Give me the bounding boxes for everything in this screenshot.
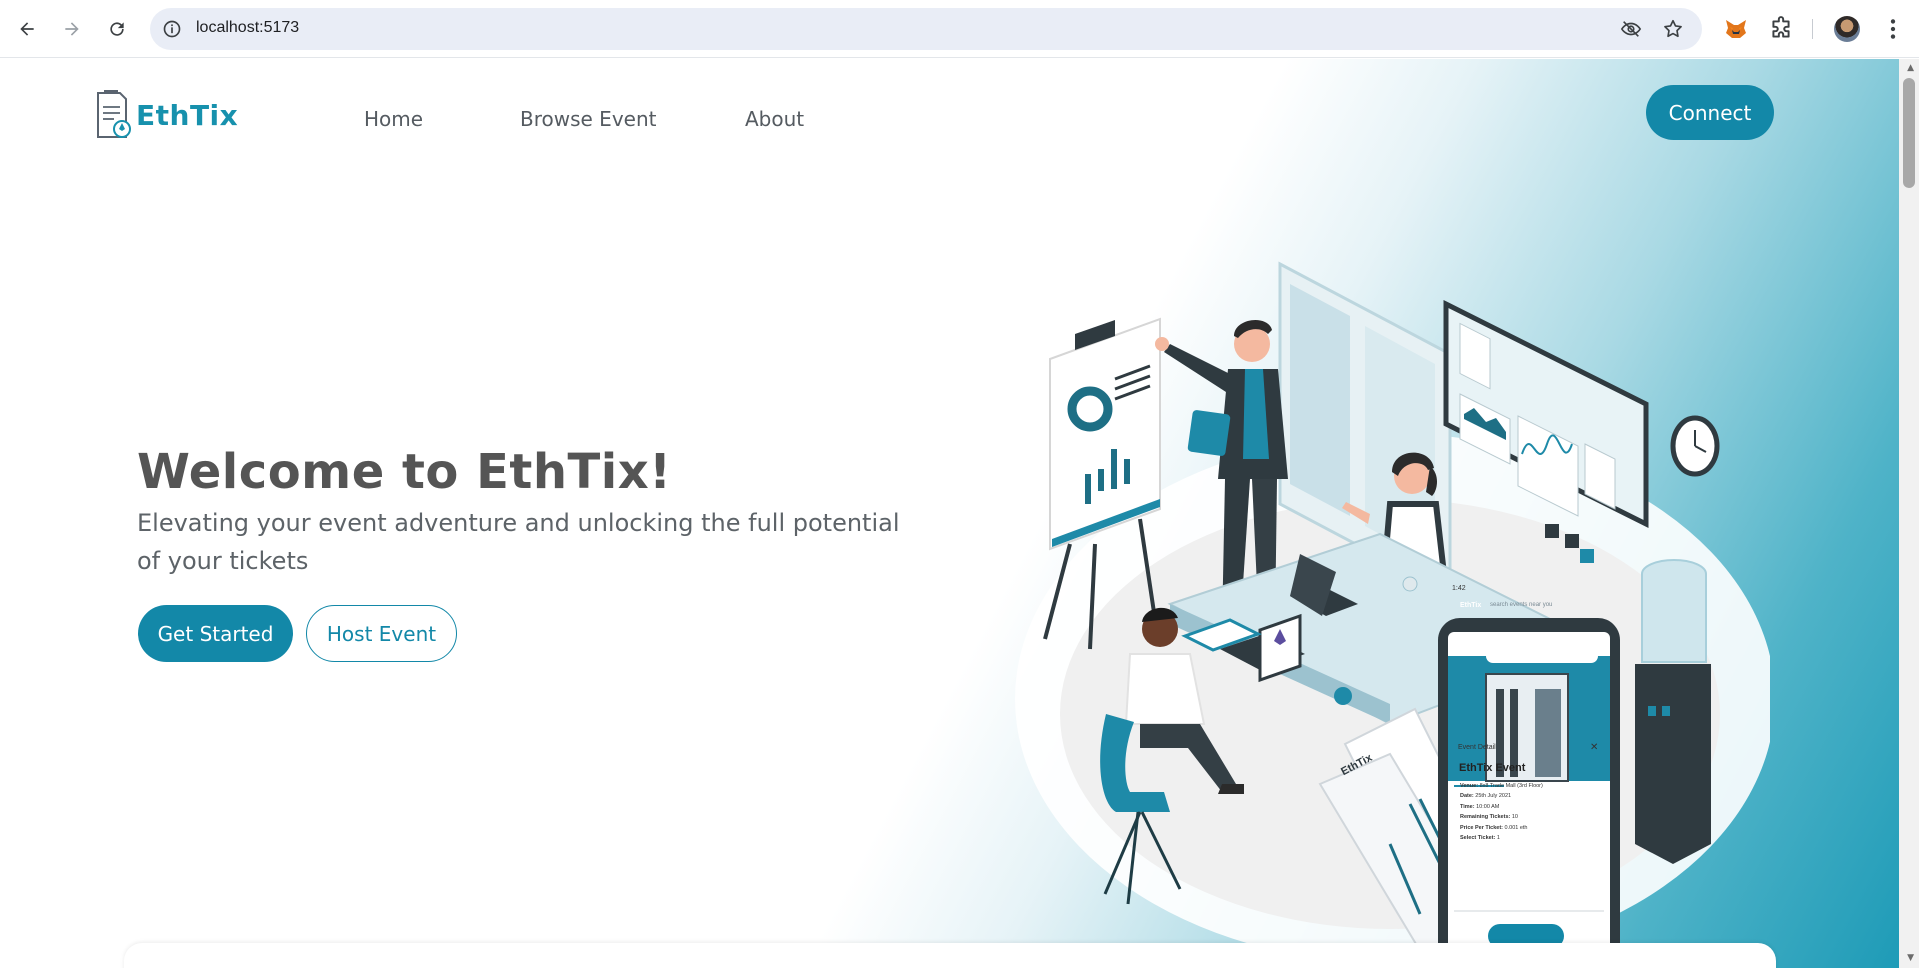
bar (1098, 469, 1104, 491)
window-pane (1290, 284, 1350, 516)
forward-arrow-icon[interactable] (57, 14, 87, 44)
scroll-down-icon[interactable]: ▼ (1907, 953, 1914, 963)
reload-icon[interactable] (102, 14, 132, 44)
detail-row: Select Ticket: 1 (1460, 835, 1500, 842)
phone-buy-ticket-label[interactable]: Buy Ticket (1506, 864, 1546, 873)
nav-about[interactable]: About (745, 107, 804, 131)
host-event-button[interactable]: Host Event (306, 605, 457, 662)
browser-toolbar: localhost:5173 (0, 0, 1919, 58)
scroll-thumb[interactable] (1903, 78, 1915, 188)
phone-app-name: EthTix (1460, 602, 1482, 609)
cup (1402, 576, 1418, 592)
ticket-logo-icon (97, 90, 131, 138)
fox-icon[interactable] (1723, 16, 1749, 42)
address-bar[interactable]: localhost:5173 (150, 8, 1702, 50)
content-card (124, 943, 1776, 968)
page-scrollbar[interactable] (1899, 59, 1919, 968)
man-shirt (1124, 653, 1206, 725)
office-illustration (1015, 261, 1770, 964)
star-icon[interactable] (1662, 18, 1684, 40)
toolbar-divider (1812, 19, 1813, 39)
nav-browse-event[interactable]: Browse Event (520, 107, 656, 131)
easel-board (1049, 317, 1161, 551)
bar (1085, 474, 1091, 504)
sticky-note (1545, 524, 1559, 538)
clipboard (1187, 410, 1231, 456)
get-started-button[interactable]: Get Started (138, 605, 293, 662)
detail-row: Time: 10:00 AM (1460, 803, 1500, 810)
water-cooler (1635, 664, 1711, 864)
scroll-up-icon[interactable]: ▲ (1907, 63, 1914, 73)
hero-title: Welcome to EthTix! (137, 444, 672, 500)
kebab-menu-icon[interactable] (1880, 16, 1906, 42)
phone-search-placeholder[interactable]: search events near you (1490, 602, 1552, 608)
phone-event-name: EthTix Event (1459, 762, 1526, 774)
logo-text: EthTix (136, 98, 239, 132)
puzzle-icon[interactable] (1768, 16, 1794, 42)
eye-off-icon[interactable] (1620, 18, 1642, 40)
phone-close-icon[interactable]: ✕ (1590, 742, 1598, 753)
detail-row: Date: 25th July 2021 (1460, 793, 1512, 800)
phone-search-input (1486, 649, 1598, 663)
sticky-note (1565, 534, 1579, 548)
mug (1334, 687, 1352, 705)
phone-tab-label[interactable]: Event Detail (1458, 744, 1496, 751)
bar (1111, 449, 1117, 489)
url-text[interactable]: localhost:5173 (196, 19, 299, 37)
connect-button[interactable]: Connect (1646, 85, 1774, 140)
site-info-icon[interactable] (162, 19, 182, 39)
donut-chart (1067, 386, 1113, 432)
bar (1124, 459, 1130, 484)
detail-row: Price Per Ticket: 0.001 eth (1460, 824, 1528, 831)
phone-status-time: 1:42 (1452, 585, 1466, 592)
sticky-note (1580, 549, 1594, 563)
hero-subtitle: Elevating your event adventure and unloc… (137, 509, 900, 575)
nav-home[interactable]: Home (364, 107, 423, 131)
phone-event-details: Venue: 8x8 Trade Mall (3rd Floor) Date: … (1460, 781, 1543, 843)
back-arrow-icon[interactable] (12, 14, 42, 44)
page-viewport: EthTix Home Browse Event About Connect W… (0, 59, 1899, 968)
avatar[interactable] (1834, 16, 1860, 42)
water-jug (1641, 559, 1707, 663)
logo[interactable]: EthTix (92, 89, 238, 141)
detail-row: Remaining Tickets: 10 (1460, 814, 1518, 821)
detail-row: Venue: 8x8 Trade Mall (3rd Floor) (1460, 783, 1543, 789)
